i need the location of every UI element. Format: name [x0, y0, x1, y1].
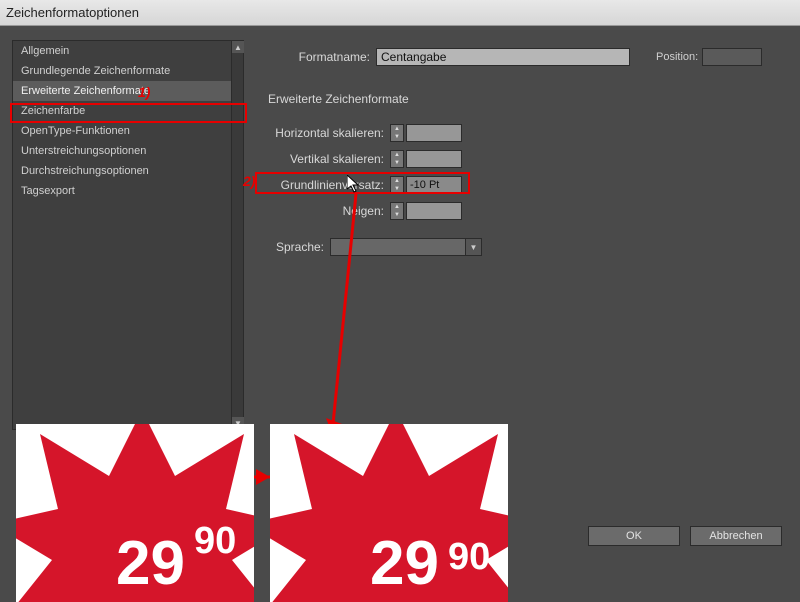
sidebar-item-durchstreichung[interactable]: Durchstreichungsoptionen [13, 161, 243, 181]
position-dropdown[interactable] [702, 48, 762, 66]
position-label: Position: [656, 51, 698, 63]
sidebar-item-opentype[interactable]: OpenType-Funktionen [13, 121, 243, 141]
panel-title: Erweiterte Zeichenformate [268, 92, 409, 106]
preview-big-number: 29 [370, 528, 439, 599]
hscale-row: Horizontal skalieren: ▲▼ [260, 120, 462, 146]
annotation-label-2: 2) [243, 173, 255, 189]
sidebar-item-erweiterte[interactable]: Erweiterte Zeichenformate [13, 81, 243, 101]
language-dropdown[interactable]: ▼ [330, 238, 482, 256]
sidebar-item-zeichenfarbe[interactable]: Zeichenfarbe [13, 101, 243, 121]
skew-input[interactable] [406, 202, 462, 220]
advanced-form: Horizontal skalieren: ▲▼ Vertikal skalie… [260, 120, 462, 224]
formatname-label: Formatname: [270, 50, 370, 64]
sidebar-item-unterstreichung[interactable]: Unterstreichungsoptionen [13, 141, 243, 161]
chevron-down-icon[interactable]: ▼ [465, 239, 481, 255]
vscale-input[interactable] [406, 150, 462, 168]
baseline-stepper[interactable]: ▲▼ [390, 176, 404, 194]
skew-stepper[interactable]: ▲▼ [390, 202, 404, 220]
preview-big-number: 29 [116, 528, 185, 599]
title-bar: Zeichenformatoptionen [0, 0, 800, 26]
hscale-input[interactable] [406, 124, 462, 142]
annotation-label-1: 1) [138, 84, 150, 100]
vscale-row: Vertikal skalieren: ▲▼ [260, 146, 462, 172]
dialog-buttons: OK Abbrechen [588, 526, 782, 546]
sidebar-item-allgemein[interactable]: Allgemein [13, 41, 243, 61]
category-sidebar: Allgemein Grundlegende Zeichenformate Er… [12, 40, 244, 430]
baseline-input[interactable] [406, 176, 462, 194]
skew-label: Neigen: [260, 204, 390, 218]
scroll-up-icon[interactable]: ▲ [232, 41, 244, 53]
language-row: Sprache: ▼ [260, 238, 482, 256]
sidebar-item-tagsexport[interactable]: Tagsexport [13, 181, 243, 201]
position-row: Position: [656, 48, 762, 66]
language-label: Sprache: [260, 240, 330, 254]
baseline-label: Grundlinienversatz: [260, 178, 390, 192]
skew-row: Neigen: ▲▼ [260, 198, 462, 224]
hscale-label: Horizontal skalieren: [260, 126, 390, 140]
ok-button[interactable]: OK [588, 526, 680, 546]
window-title: Zeichenformatoptionen [6, 5, 139, 20]
formatname-input[interactable] [376, 48, 630, 66]
sidebar-scrollbar[interactable]: ▲ ▼ [231, 41, 243, 429]
preview-before: 29 90 [16, 424, 254, 602]
preview-after: 29 90 [270, 424, 508, 602]
preview-sup-number: 90 [448, 536, 490, 579]
vscale-stepper[interactable]: ▲▼ [390, 150, 404, 168]
dialog-body: Allgemein Grundlegende Zeichenformate Er… [0, 26, 800, 600]
cancel-button[interactable]: Abbrechen [690, 526, 782, 546]
preview-sup-number: 90 [194, 520, 236, 563]
baseline-row: Grundlinienversatz: ▲▼ [260, 172, 462, 198]
hscale-stepper[interactable]: ▲▼ [390, 124, 404, 142]
sidebar-item-grundlegende[interactable]: Grundlegende Zeichenformate [13, 61, 243, 81]
formatname-row: Formatname: [270, 48, 630, 66]
annotation-arrow-diag [326, 194, 366, 454]
vscale-label: Vertikal skalieren: [260, 152, 390, 166]
